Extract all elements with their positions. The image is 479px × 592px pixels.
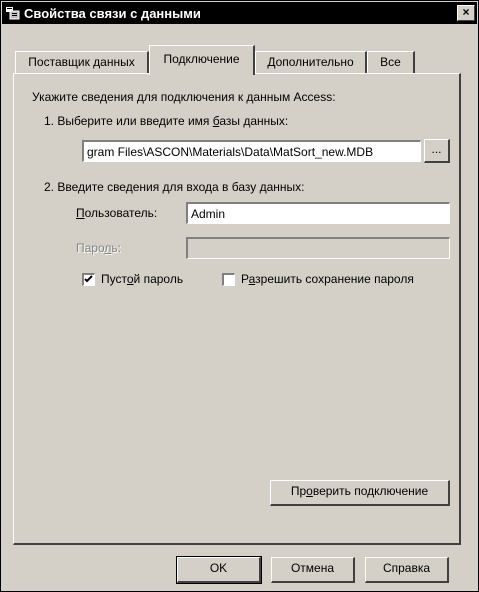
password-input[interactable] (186, 237, 450, 259)
step1-label: 1. Выберите или введите имя базы данных: (44, 114, 288, 128)
user-label-accel: П (76, 206, 85, 220)
test-connection-button[interactable]: Проверить подключение (270, 480, 450, 506)
tab-connection-label: Подключение (163, 52, 240, 66)
step1-label-suffix: азы данных: (219, 114, 289, 128)
blank-password-label[interactable]: Пустой пароль (101, 272, 183, 286)
blank-password-checkbox[interactable] (82, 273, 95, 286)
tab-provider-label: Поставщик данных (28, 55, 135, 69)
intro-text: Укажите сведения для подключения к данны… (32, 90, 336, 104)
tab-advanced[interactable]: Дополнительно (255, 51, 367, 73)
step1-label-prefix: 1. Выберите или введите имя (44, 114, 213, 128)
tab-connection[interactable]: Подключение (149, 45, 255, 75)
tab-advanced-label: Дополнительно (267, 55, 354, 69)
window-title: Свойства связи с данными (24, 6, 201, 21)
password-label-prefix: Паро (76, 241, 105, 255)
cancel-button[interactable]: Отмена (271, 557, 355, 583)
close-icon: × (462, 5, 470, 19)
browse-button[interactable]: ... (424, 139, 450, 163)
connection-panel: Укажите сведения для подключения к данны… (13, 73, 461, 545)
close-button[interactable]: × (457, 5, 475, 21)
browse-ellipsis-icon: ... (431, 142, 442, 156)
password-label: Пароль: (76, 241, 121, 255)
tab-all[interactable]: Все (367, 51, 415, 73)
test-connection-suffix: верить подключение (312, 484, 429, 498)
allow-save-label-suffix: зрешить сохранение пароля (255, 272, 414, 286)
password-label-suffix: ь: (111, 241, 121, 255)
user-input[interactable]: Admin (186, 202, 450, 224)
database-path-value: gram Files\ASCON\Materials\Data\MatSort_… (87, 145, 374, 159)
cancel-label: Отмена (290, 561, 335, 575)
step2-label: 2. Введите сведения для входа в базу дан… (44, 180, 305, 194)
help-label: Справка (382, 561, 431, 575)
ok-label: OK (209, 561, 228, 575)
user-value: Admin (191, 207, 226, 221)
user-label: Пользователь: (76, 206, 157, 220)
allow-save-password-checkbox[interactable] (222, 273, 235, 286)
blank-password-label-suffix: й пароль (133, 272, 184, 286)
checkmark-icon (84, 275, 93, 283)
data-link-icon (6, 6, 20, 20)
tab-all-label: Все (380, 55, 401, 69)
user-label-rest: ользователь: (84, 206, 158, 220)
dialog-window: Свойства связи с данными × Поставщик дан… (0, 0, 479, 592)
database-path-input[interactable]: gram Files\ASCON\Materials\Data\MatSort_… (82, 140, 421, 162)
test-connection-accel: о (306, 484, 313, 498)
help-button[interactable]: Справка (365, 557, 449, 583)
blank-password-label-accel: о (126, 272, 134, 286)
test-connection-prefix: Пр (290, 484, 307, 498)
allow-save-label-prefix: Р (241, 272, 249, 286)
tab-provider[interactable]: Поставщик данных (15, 51, 149, 73)
allow-save-password-label[interactable]: Разрешить сохранение пароля (241, 272, 414, 286)
ok-button[interactable]: OK (176, 556, 262, 584)
blank-password-label-prefix: Пуст (101, 272, 127, 286)
title-bar[interactable]: Свойства связи с данными × (2, 2, 477, 24)
